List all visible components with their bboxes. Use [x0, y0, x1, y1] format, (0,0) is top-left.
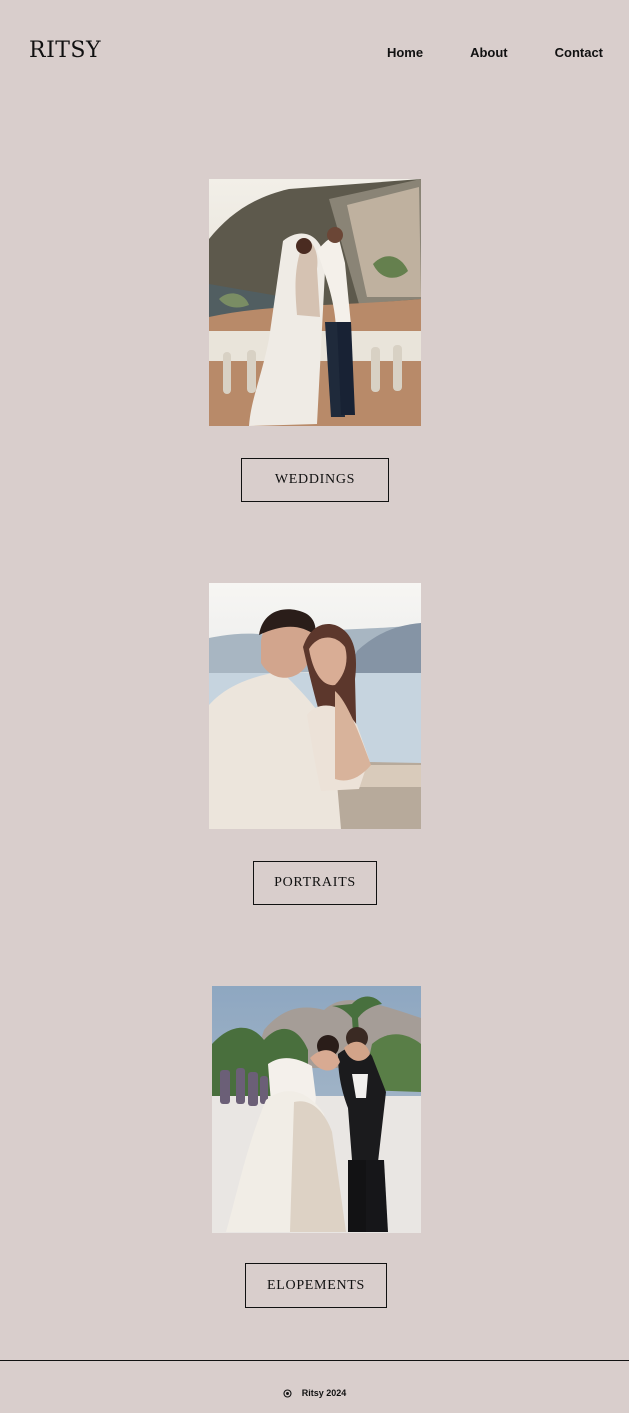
portraits-photo-graphic — [209, 583, 421, 829]
site-footer: Ritsy 2024 — [0, 1386, 629, 1400]
nav-contact-link[interactable]: Contact — [555, 46, 603, 59]
portraits-button[interactable]: PORTRAITS — [253, 861, 377, 905]
footer-text: Ritsy 2024 — [301, 1388, 347, 1398]
site-logo[interactable]: RITSY — [29, 40, 101, 62]
nav-home-link[interactable]: Home — [387, 46, 423, 59]
portraits-image[interactable] — [209, 583, 421, 829]
elopements-photo-graphic — [212, 986, 421, 1233]
elopements-button[interactable]: ELOPEMENTS — [245, 1263, 387, 1308]
copyright-icon — [283, 1388, 292, 1398]
weddings-image[interactable] — [209, 179, 421, 426]
nav-about-link[interactable]: About — [470, 46, 508, 59]
weddings-photo-graphic — [209, 179, 421, 426]
weddings-button[interactable]: WEDDINGS — [241, 458, 389, 502]
footer-divider — [0, 1360, 629, 1361]
elopements-image[interactable] — [212, 986, 421, 1233]
main-nav: Home About Contact — [387, 46, 603, 59]
